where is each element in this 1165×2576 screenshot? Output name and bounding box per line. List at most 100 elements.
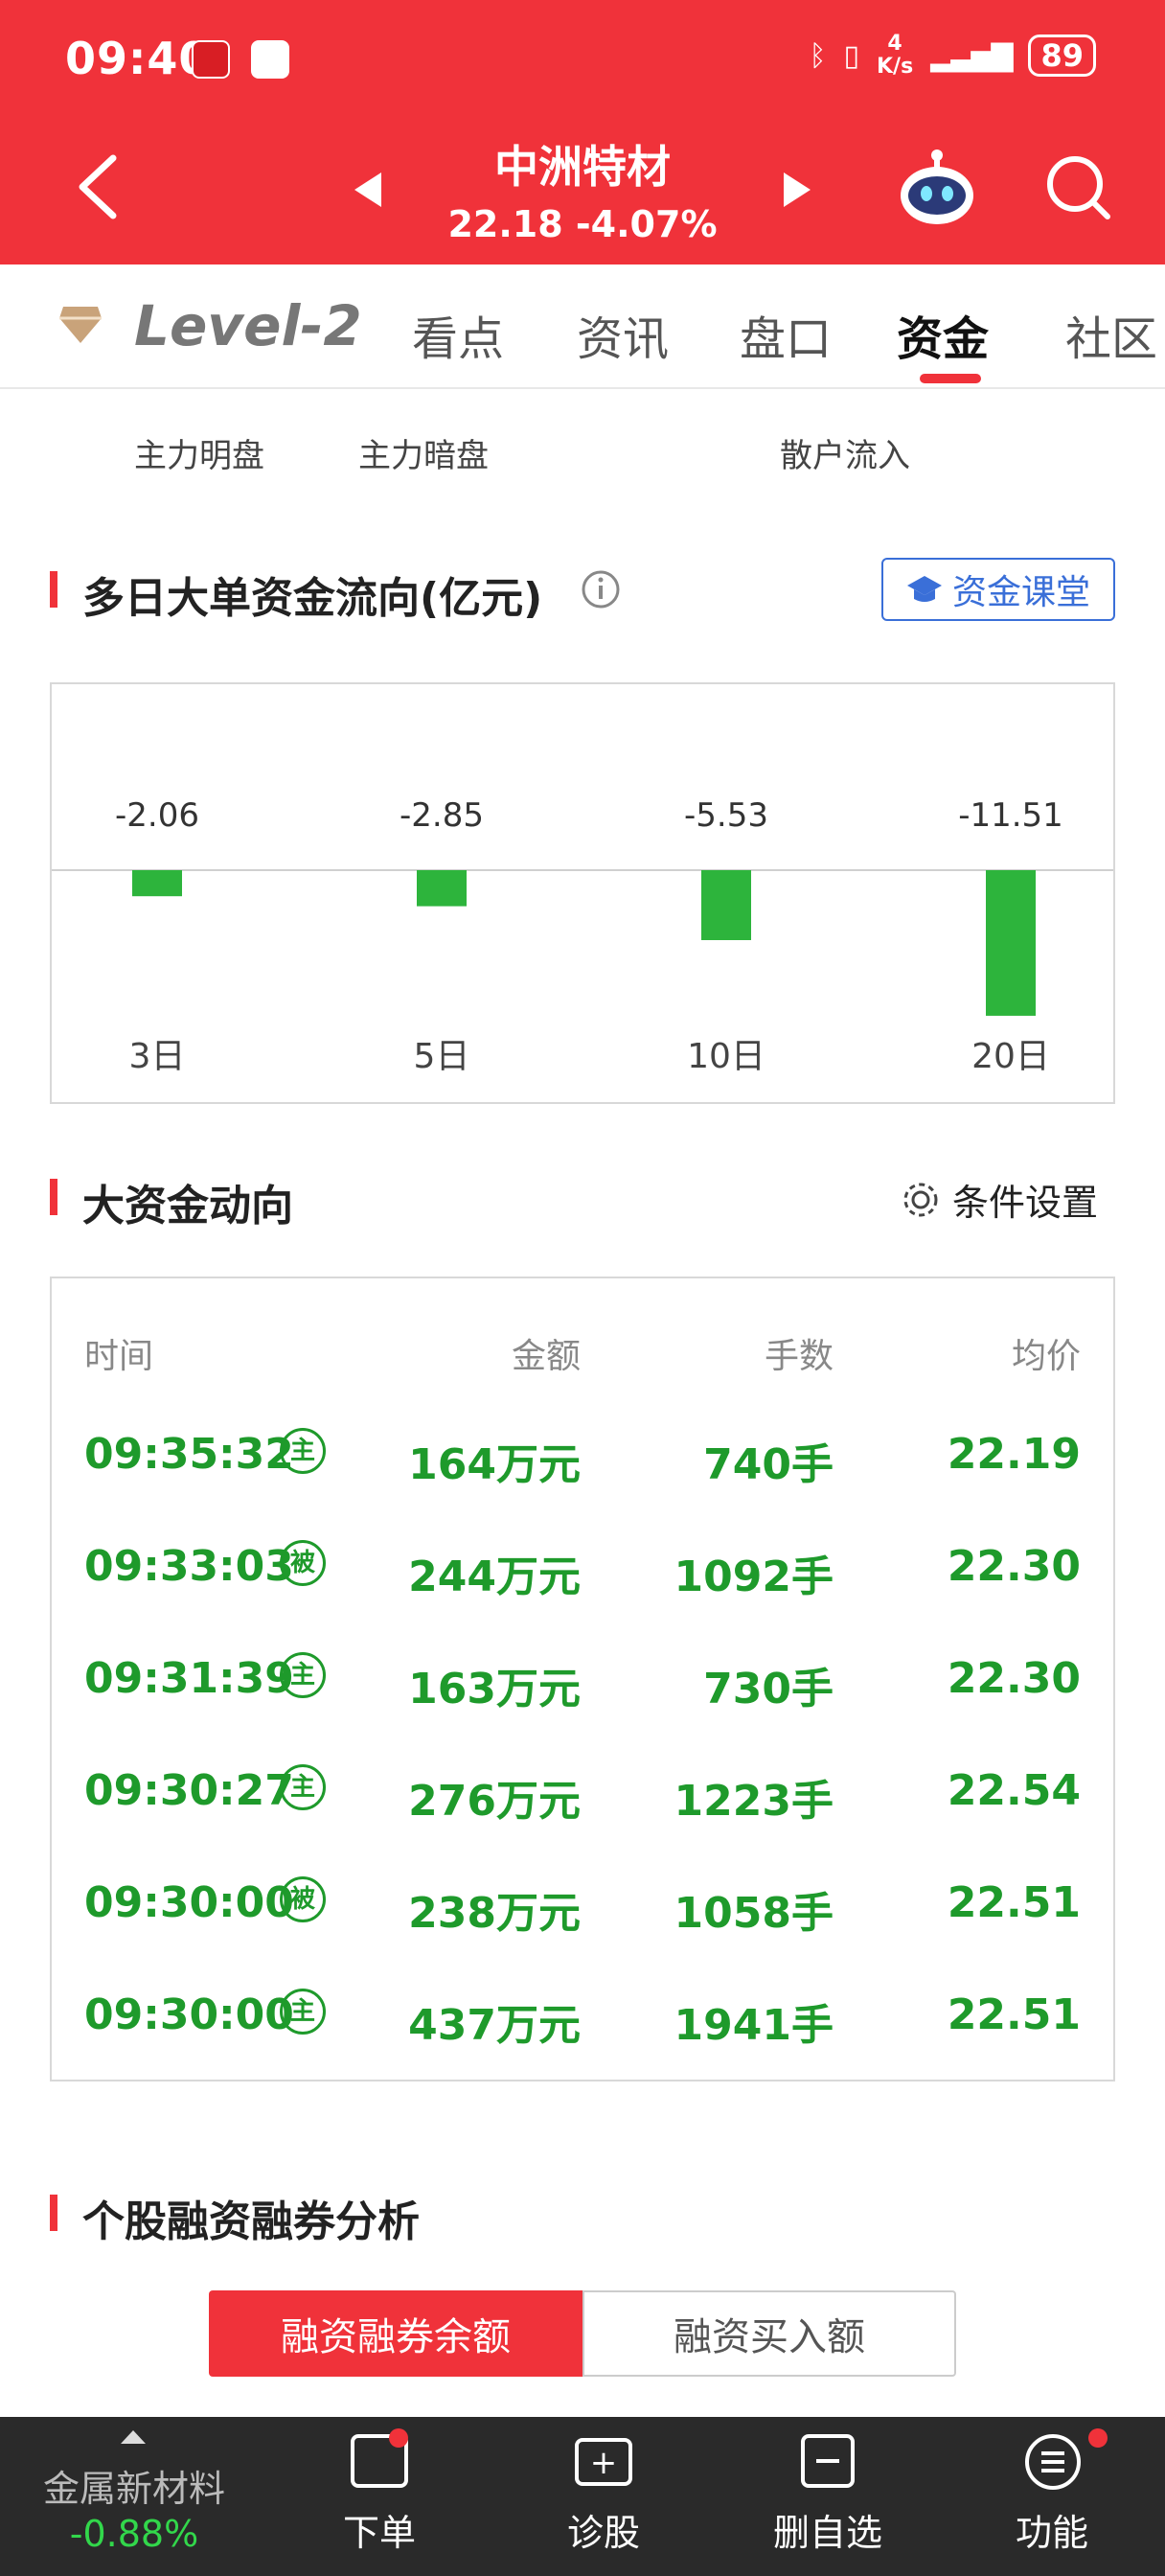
column-header-amount: 金额 xyxy=(511,1337,581,1376)
row-amount: 437万元 xyxy=(408,2001,581,2050)
row-avg-price: 22.30 xyxy=(947,1654,1081,1703)
label-main-hidden: 主力暗盘 xyxy=(358,437,489,475)
chart-value-label: -2.85 xyxy=(400,796,484,835)
section-marker xyxy=(50,571,57,608)
menu-icon[interactable] xyxy=(1025,2434,1081,2490)
row-amount: 238万元 xyxy=(408,1889,581,1938)
capital-classroom-label: 资金课堂 xyxy=(951,573,1090,612)
remove-watchlist-icon[interactable] xyxy=(801,2434,855,2488)
row-lots: 1223手 xyxy=(674,1777,834,1826)
signal-icon: ▂▃▅▇ xyxy=(930,38,1013,73)
chart-value-label: -5.53 xyxy=(684,796,768,835)
network-speed: 4 K/s xyxy=(877,33,913,79)
column-header-lots: 手数 xyxy=(764,1337,834,1376)
big-money-title: 大资金动向 xyxy=(82,1182,293,1230)
tab-order-book[interactable]: 盘口 xyxy=(740,301,832,368)
chart-category-label: 5日 xyxy=(414,1037,470,1076)
trade-type-badge: 主 xyxy=(280,1764,326,1810)
table-row[interactable]: 09:35:32 主 164万元 740手 22.19 xyxy=(52,1428,1113,1497)
row-time: 09:31:39 xyxy=(84,1654,294,1703)
nav-functions[interactable]: 功能 xyxy=(956,2503,1148,2556)
table-row[interactable]: 09:33:03 被 244万元 1092手 22.30 xyxy=(52,1540,1113,1609)
expand-up-icon[interactable] xyxy=(119,2428,148,2446)
tab-highlights[interactable]: 看点 xyxy=(412,301,504,368)
next-stock-icon[interactable] xyxy=(782,171,812,209)
chart-value-label: -2.06 xyxy=(115,796,199,835)
chart-category-label: 20日 xyxy=(971,1037,1050,1076)
info-icon[interactable] xyxy=(581,569,621,610)
row-time: 09:30:00 xyxy=(84,1878,294,1927)
tab-bar: Level-2 看点 资讯 盘口 资金 社区 xyxy=(0,264,1165,389)
network-speed-unit: K/s xyxy=(876,55,914,79)
status-time: 09:40 xyxy=(65,33,211,84)
table-row[interactable]: 09:30:00 被 238万元 1058手 22.51 xyxy=(52,1876,1113,1945)
stock-name: 中洲特材 xyxy=(494,141,671,193)
stock-app-notification-icon xyxy=(192,40,230,79)
tab-community[interactable]: 社区 xyxy=(1065,301,1165,368)
trade-type-badge: 主 xyxy=(280,1652,326,1698)
tab-news[interactable]: 资讯 xyxy=(577,301,669,368)
diagnose-icon[interactable]: + xyxy=(575,2438,632,2486)
trade-type-badge: 主 xyxy=(280,1989,326,2035)
column-header-time: 时间 xyxy=(84,1337,154,1376)
tab-capital[interactable]: 资金 xyxy=(897,301,989,368)
notification-dot xyxy=(389,2428,408,2448)
label-retail-inflow: 散户流入 xyxy=(780,437,910,475)
active-tab-indicator xyxy=(920,374,981,383)
row-avg-price: 22.51 xyxy=(947,1878,1081,1927)
row-amount: 164万元 xyxy=(408,1440,581,1489)
tab-level2[interactable]: Level-2 xyxy=(134,293,362,358)
multi-day-chart: -2.06 3日 -2.85 5日 -5.53 10日 -11.51 20日 xyxy=(50,682,1115,1104)
label-main-open: 主力明盘 xyxy=(134,437,264,475)
search-icon[interactable] xyxy=(1044,153,1111,220)
row-lots: 1941手 xyxy=(674,2001,834,2050)
nav-diagnose[interactable]: 诊股 xyxy=(508,2503,699,2556)
nav-order[interactable]: 下单 xyxy=(284,2503,475,2556)
gear-icon xyxy=(903,1183,938,1216)
section-marker xyxy=(50,2195,57,2231)
chart-category-label: 3日 xyxy=(129,1037,186,1076)
condition-settings-label: 条件设置 xyxy=(952,1182,1099,1224)
trade-type-badge: 主 xyxy=(280,1428,326,1474)
bottom-nav: 金属新材料 -0.88% 下单 + 诊股 删自选 功能 xyxy=(0,2417,1165,2576)
robot-assistant-icon[interactable] xyxy=(897,146,977,226)
row-lots: 730手 xyxy=(703,1665,834,1714)
chart-category-label: 10日 xyxy=(687,1037,765,1076)
bluetooth-icon: ᛒ xyxy=(809,38,827,73)
segment-margin-buy[interactable]: 融资买入额 xyxy=(582,2290,956,2377)
diamond-icon xyxy=(59,307,102,343)
row-avg-price: 22.54 xyxy=(947,1766,1081,1815)
chart-bar xyxy=(701,870,751,940)
row-amount: 163万元 xyxy=(408,1665,581,1714)
row-time: 09:30:00 xyxy=(84,1990,294,2039)
row-lots: 1058手 xyxy=(674,1889,834,1938)
row-avg-price: 22.30 xyxy=(947,1542,1081,1591)
app-notification-icon xyxy=(251,40,289,79)
capital-classroom-button[interactable]: 资金课堂 xyxy=(881,558,1115,621)
nav-remove-watchlist[interactable]: 删自选 xyxy=(732,2503,924,2556)
multi-day-chart-svg: -2.06 3日 -2.85 5日 -5.53 10日 -11.51 20日 xyxy=(52,796,1113,1076)
segment-margin-balance[interactable]: 融资融券余额 xyxy=(209,2290,582,2377)
row-amount: 276万元 xyxy=(408,1777,581,1826)
sector-name[interactable]: 金属新材料 xyxy=(0,2459,268,2512)
table-row[interactable]: 09:30:00 主 437万元 1941手 22.51 xyxy=(52,1989,1113,2058)
chart-value-label: -11.51 xyxy=(958,796,1063,835)
stock-header: 09:40 ᛒ ▯ 4 K/s ▂▃▅▇ 89 中洲特材 22.18 -4.07… xyxy=(0,0,1165,264)
multi-day-title: 多日大单资金流向(亿元) xyxy=(82,574,543,623)
trade-type-badge: 被 xyxy=(280,1876,326,1922)
trade-type-badge: 被 xyxy=(280,1540,326,1586)
column-header-avg-price: 均价 xyxy=(1011,1337,1081,1376)
stock-price-change: 22.18 -4.07% xyxy=(447,203,718,245)
chart-bar xyxy=(132,870,182,897)
condition-settings-button[interactable]: 条件设置 xyxy=(901,1173,1098,1226)
row-amount: 244万元 xyxy=(408,1552,581,1601)
row-time: 09:30:27 xyxy=(84,1766,294,1815)
sector-change: -0.88% xyxy=(69,2513,199,2555)
row-lots: 1092手 xyxy=(674,1552,834,1601)
big-money-table: 时间 金额 手数 均价 09:35:32 主 164万元 740手 22.19 09:33… xyxy=(50,1276,1115,2082)
table-row[interactable]: 09:31:39 主 163万元 730手 22.30 xyxy=(52,1652,1113,1721)
table-row[interactable]: 09:30:27 主 276万元 1223手 22.54 xyxy=(52,1764,1113,1833)
margin-title: 个股融资融券分析 xyxy=(82,2197,420,2246)
vibrate-icon: ▯ xyxy=(843,38,859,73)
network-speed-value: 4 xyxy=(887,32,902,56)
